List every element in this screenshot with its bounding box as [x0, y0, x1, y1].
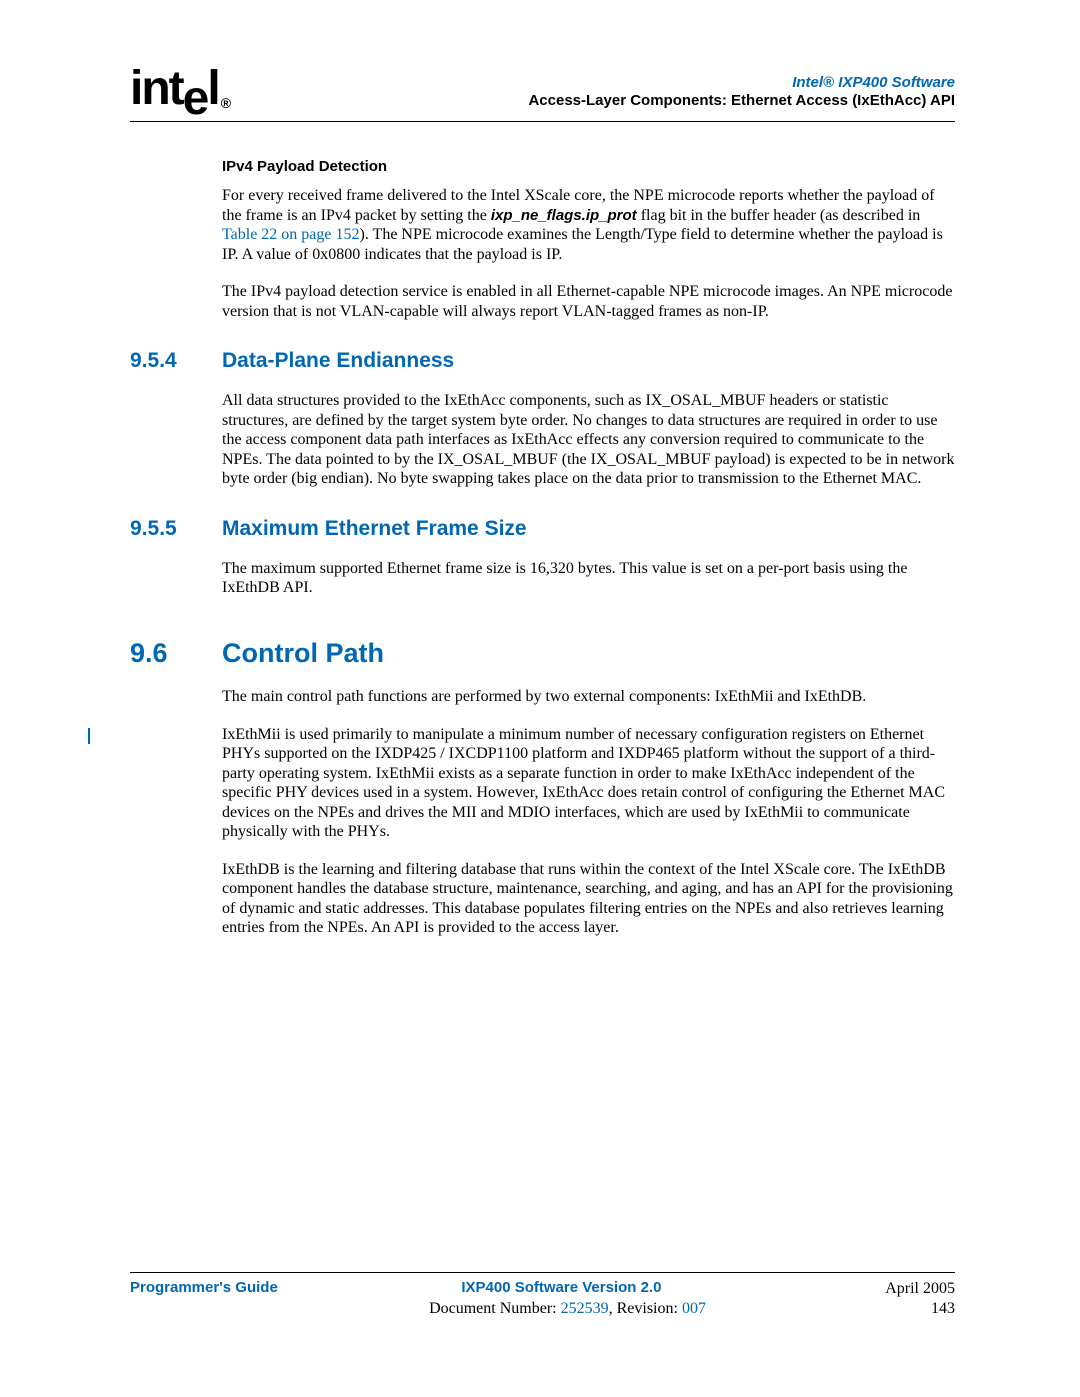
sec96-p3: IxEthDB is the learning and filtering da… — [222, 860, 955, 938]
section-955-title: Maximum Ethernet Frame Size — [222, 517, 527, 541]
footer-version: IXP400 Software Version 2.0 — [278, 1279, 845, 1299]
section-954-row: 9.5.4 Data-Plane Endianness — [130, 349, 955, 373]
header-rule — [130, 121, 955, 122]
footer-rev: 007 — [682, 1300, 706, 1317]
footer-page: 143 — [845, 1299, 955, 1319]
header-text-block: Intel® IXP400 Software Access-Layer Comp… — [528, 74, 955, 114]
sec96-p2: IxEthMii is used primarily to manipulate… — [222, 726, 945, 841]
header-chapter-line: Access-Layer Components: Ethernet Access… — [528, 92, 955, 111]
section-96-row: 9.6 Control Path — [130, 638, 955, 669]
section-954-num: 9.5.4 — [130, 349, 222, 373]
footer-docline: Document Number: 252539, Revision: 007 — [290, 1299, 845, 1319]
page-footer: Programmer's Guide IXP400 Software Versi… — [130, 1272, 955, 1319]
sec96-p1: The main control path functions are perf… — [222, 687, 955, 707]
section-954-title: Data-Plane Endianness — [222, 349, 454, 373]
ipv4-heading: IPv4 Payload Detection — [222, 158, 955, 176]
table22-xref[interactable]: Table 22 on page 152 — [222, 226, 360, 243]
footer-docnum-label: Document Number: — [429, 1300, 561, 1317]
ipv4-p1-b: flag bit in the buffer header (as descri… — [637, 207, 921, 224]
ipv4-p1: For every received frame delivered to th… — [222, 186, 955, 264]
section-955-num: 9.5.5 — [130, 517, 222, 541]
footer-docnum: 252539 — [561, 1300, 609, 1317]
sec96-p2-wrap: IxEthMii is used primarily to manipulate… — [222, 725, 955, 842]
sec955-p1: The maximum supported Ethernet frame siz… — [222, 559, 955, 598]
footer-date: April 2005 — [845, 1279, 955, 1299]
footer-rev-label: , Revision: — [609, 1300, 682, 1317]
section-96-num: 9.6 — [130, 638, 222, 669]
header-product-line: Intel® IXP400 Software — [528, 74, 955, 93]
section-96-title: Control Path — [222, 638, 384, 669]
ipv4-p2: The IPv4 payload detection service is en… — [222, 282, 955, 321]
page-header: intel® Intel® IXP400 Software Access-Lay… — [130, 65, 955, 113]
change-bar-icon — [88, 728, 90, 744]
footer-guide: Programmer's Guide — [130, 1279, 278, 1299]
intel-logo: intel® — [130, 65, 227, 113]
section-955-row: 9.5.5 Maximum Ethernet Frame Size — [130, 517, 955, 541]
ipv4-flag: ixp_ne_flags.ip_prot — [491, 207, 637, 224]
sec954-p1: All data structures provided to the IxEt… — [222, 391, 955, 489]
